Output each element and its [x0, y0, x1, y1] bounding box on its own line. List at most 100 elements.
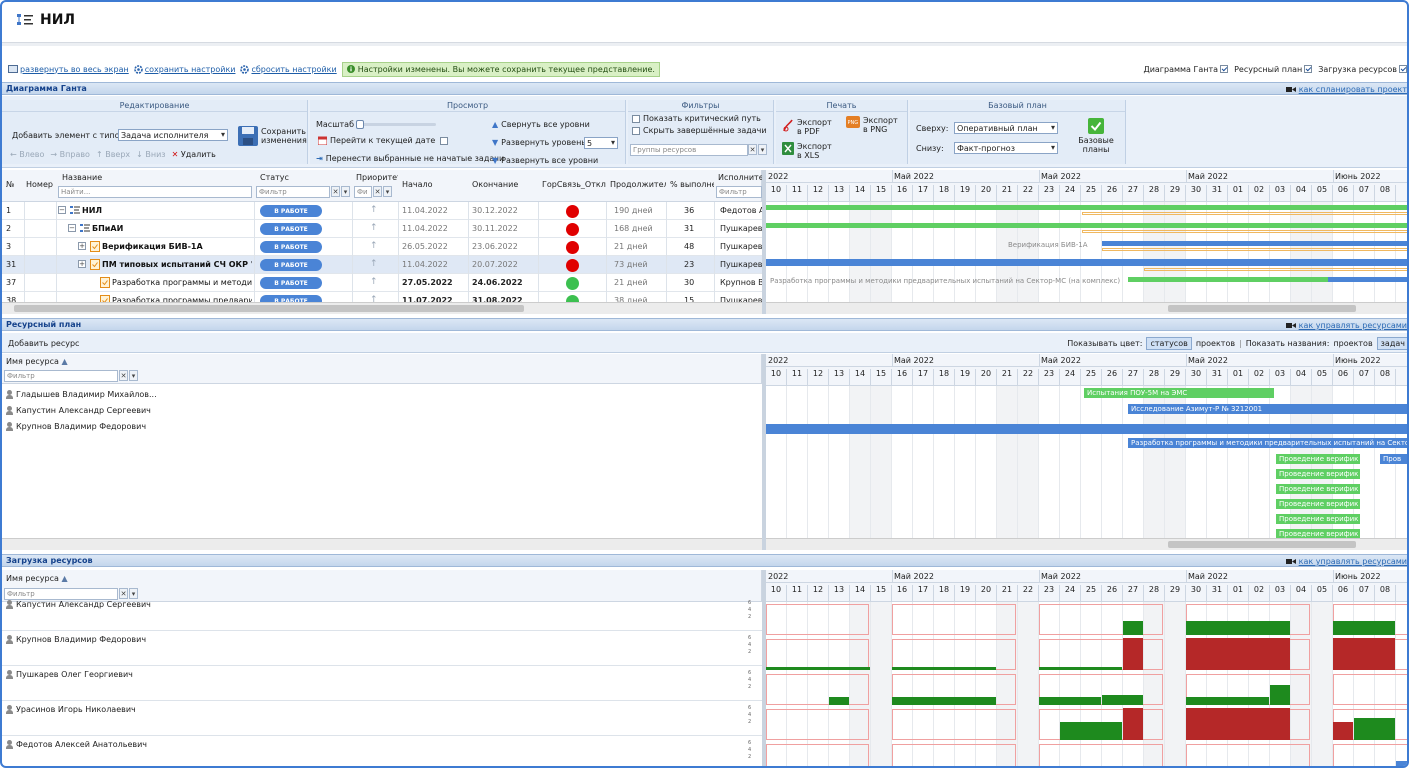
gantt-help-link[interactable]: как спланировать проект — [1285, 83, 1407, 96]
scale-slider[interactable] — [356, 120, 436, 129]
load-block[interactable] — [1186, 708, 1290, 740]
column-priority[interactable]: Приоритет — [356, 173, 398, 182]
resource-plan-timeline-hscrollbar[interactable] — [766, 538, 1407, 550]
load-block[interactable] — [1186, 621, 1290, 635]
load-block[interactable] — [1333, 621, 1395, 635]
delete-button[interactable]: ✕ Удалить — [172, 150, 216, 159]
load-block[interactable] — [1123, 621, 1143, 635]
move-right-button[interactable]: → Вправо — [50, 150, 90, 159]
resource-load-row[interactable]: Крупнов Владимир Федорович — [6, 631, 146, 647]
toggle-gantt-checkbox[interactable] — [1220, 65, 1229, 73]
load-block[interactable] — [1039, 697, 1101, 705]
collapse-all-button[interactable]: ▲ Свернуть все уровни — [492, 120, 590, 129]
load-block[interactable] — [892, 667, 996, 670]
resource-plan-col-name[interactable]: Имя ресурса ▲ — [6, 357, 68, 366]
resource-load-row[interactable]: Капустин Александр Сергеевич — [6, 598, 151, 612]
gantt-row[interactable]: 38Разработка программы предварительнВ РА… — [2, 292, 762, 302]
resource-task-bar[interactable]: Исследование Азимут-Р № 3212001 — [1128, 404, 1407, 414]
status-badge[interactable]: В РАБОТЕ — [260, 205, 322, 217]
load-block[interactable] — [1333, 638, 1395, 670]
add-element-type-select[interactable]: Задача исполнителя — [118, 129, 228, 141]
load-block[interactable] — [1186, 697, 1269, 705]
resource-row[interactable]: Капустин Александр Сергеевич — [6, 402, 151, 418]
collapse-node-icon[interactable]: − — [68, 224, 76, 232]
toggle-resource-load-checkbox[interactable] — [1399, 65, 1407, 73]
column-gor[interactable]: ГорСвязь_Откл — [542, 180, 606, 189]
gantt-task-bar[interactable] — [1102, 248, 1407, 251]
load-block[interactable] — [1123, 638, 1143, 670]
move-down-button[interactable]: ↓ Вниз — [136, 150, 165, 159]
resource-task-bar[interactable]: Испытания ПОУ-5М на ЭМС — [1084, 388, 1274, 398]
resource-task-bar[interactable]: Проведение верифик — [1276, 514, 1360, 524]
status-filter-dropdown[interactable]: ▾ — [341, 186, 350, 197]
toggle-resource-plan-checkbox[interactable] — [1304, 65, 1313, 73]
load-block[interactable] — [766, 667, 870, 670]
resource-groups-dropdown-button[interactable]: ▾ — [758, 144, 767, 155]
status-filter-input[interactable]: Фильтр — [256, 186, 330, 198]
gantt-task-bar[interactable] — [1102, 241, 1407, 246]
load-block[interactable] — [1186, 638, 1290, 670]
resource-task-bar[interactable]: Проведение верифик — [1276, 454, 1360, 464]
load-block[interactable] — [1060, 722, 1122, 740]
status-badge[interactable]: В РАБОТЕ — [260, 277, 322, 289]
load-block[interactable] — [1102, 695, 1143, 705]
gantt-grid-scroll-thumb[interactable] — [14, 305, 524, 312]
resource-plan-filter-dropdown[interactable]: ▾ — [129, 370, 138, 381]
gantt-grid-hscrollbar[interactable] — [2, 302, 762, 314]
priority-filter-dropdown[interactable]: ▾ — [383, 186, 392, 197]
gantt-task-bar[interactable] — [1082, 212, 1407, 215]
load-block[interactable] — [1123, 708, 1143, 740]
status-badge[interactable]: В РАБОТЕ — [260, 241, 322, 253]
resource-plan-filter-clear[interactable]: ✕ — [119, 370, 128, 381]
load-block[interactable] — [1333, 722, 1353, 740]
resource-task-bar[interactable] — [766, 424, 1407, 434]
column-end[interactable]: Окончание — [472, 180, 518, 189]
gantt-row[interactable]: 2 − БПиАИ В РАБОТЕ ↑ 11.04.2022 30.11.2022 168 … — [2, 220, 762, 238]
gantt-task-bar[interactable] — [1144, 268, 1407, 271]
scale-slider-thumb[interactable] — [356, 120, 364, 129]
fullscreen-link[interactable]: развернуть во весь экран — [8, 65, 129, 74]
resource-plan-hscrollbar[interactable] — [2, 538, 762, 550]
gantt-row[interactable]: 3 + Верификация БИВ-1А В РАБОТЕ ↑ 26.05.2022 2… — [2, 238, 762, 256]
reset-settings-link[interactable]: сбросить настройки — [240, 65, 337, 74]
resource-load-col-name[interactable]: Имя ресурса ▲ — [6, 574, 68, 583]
resource-task-bar[interactable]: Проведение верифик — [1276, 469, 1360, 479]
critical-path-checkbox[interactable] — [632, 114, 640, 123]
load-block[interactable] — [892, 697, 996, 705]
resource-row[interactable]: Крупнов Владимир Федорович — [6, 418, 146, 434]
names-tasks-button[interactable]: задач — [1376, 337, 1407, 350]
resource-task-bar[interactable]: Разработка программы и методики предвари… — [1128, 438, 1407, 448]
resource-load-help-link[interactable]: как управлять ресурсами — [1285, 555, 1407, 568]
export-pdf-button[interactable]: Экспорт в PDF — [782, 118, 835, 136]
executor-filter-input[interactable]: Фильтр — [716, 186, 762, 198]
save-settings-link[interactable]: сохранить настройки — [133, 65, 235, 74]
resource-task-bar[interactable]: Проведение верифик — [1276, 529, 1360, 538]
column-ver[interactable]: Номер в — [26, 180, 56, 189]
move-tasks-button[interactable]: ⇥ Перенести выбранные не начатые задачи — [316, 154, 504, 163]
gantt-row[interactable]: 31 + ПМ типовых испытаний СЧ ОКР "М В РАБОТ… — [2, 256, 762, 274]
goto-date-button[interactable]: Перейти к текущей дате — [318, 136, 449, 145]
save-changes-button[interactable]: Сохранить изменения — [238, 126, 307, 146]
column-num[interactable]: № — [6, 180, 14, 189]
toggle-gantt[interactable]: Диаграмма Ганта — [1143, 65, 1229, 74]
status-badge[interactable]: В РАБОТЕ — [260, 223, 322, 235]
resource-task-bar[interactable]: Проведение верифик — [1276, 484, 1360, 494]
load-block[interactable] — [1270, 685, 1290, 705]
column-percent[interactable]: % выполнен — [670, 180, 714, 189]
export-png-button[interactable]: PNG Экспорт в PNG — [846, 116, 901, 134]
column-start[interactable]: Начало — [402, 180, 433, 189]
resource-groups-input[interactable]: Группы ресурсов — [630, 144, 748, 156]
baseline-top-select[interactable]: Оперативный план — [954, 122, 1058, 134]
gantt-row[interactable]: 37 Разработка программы и методики пре В Р… — [2, 274, 762, 292]
gantt-task-bar[interactable] — [766, 223, 1407, 228]
expand-all-button[interactable]: ▼ Развернуть все уровни — [492, 156, 598, 165]
name-search-input[interactable]: Найти... — [58, 186, 252, 198]
goto-date-checkbox[interactable] — [440, 136, 449, 145]
gantt-row[interactable]: 1 − НИЛ В РАБОТЕ ↑ 11.04.2022 30.12.2022 190 дн… — [2, 202, 762, 220]
hide-done-checkbox[interactable] — [632, 126, 640, 135]
gantt-timeline-scroll-thumb[interactable] — [1168, 305, 1356, 312]
baseline-bottom-select[interactable]: Факт-прогноз — [954, 142, 1058, 154]
gantt-timeline-hscrollbar[interactable] — [766, 302, 1407, 314]
names-projects-button[interactable]: проектов — [1333, 339, 1372, 348]
resource-row[interactable]: Гладышев Владимир Михайлов... — [6, 386, 157, 402]
